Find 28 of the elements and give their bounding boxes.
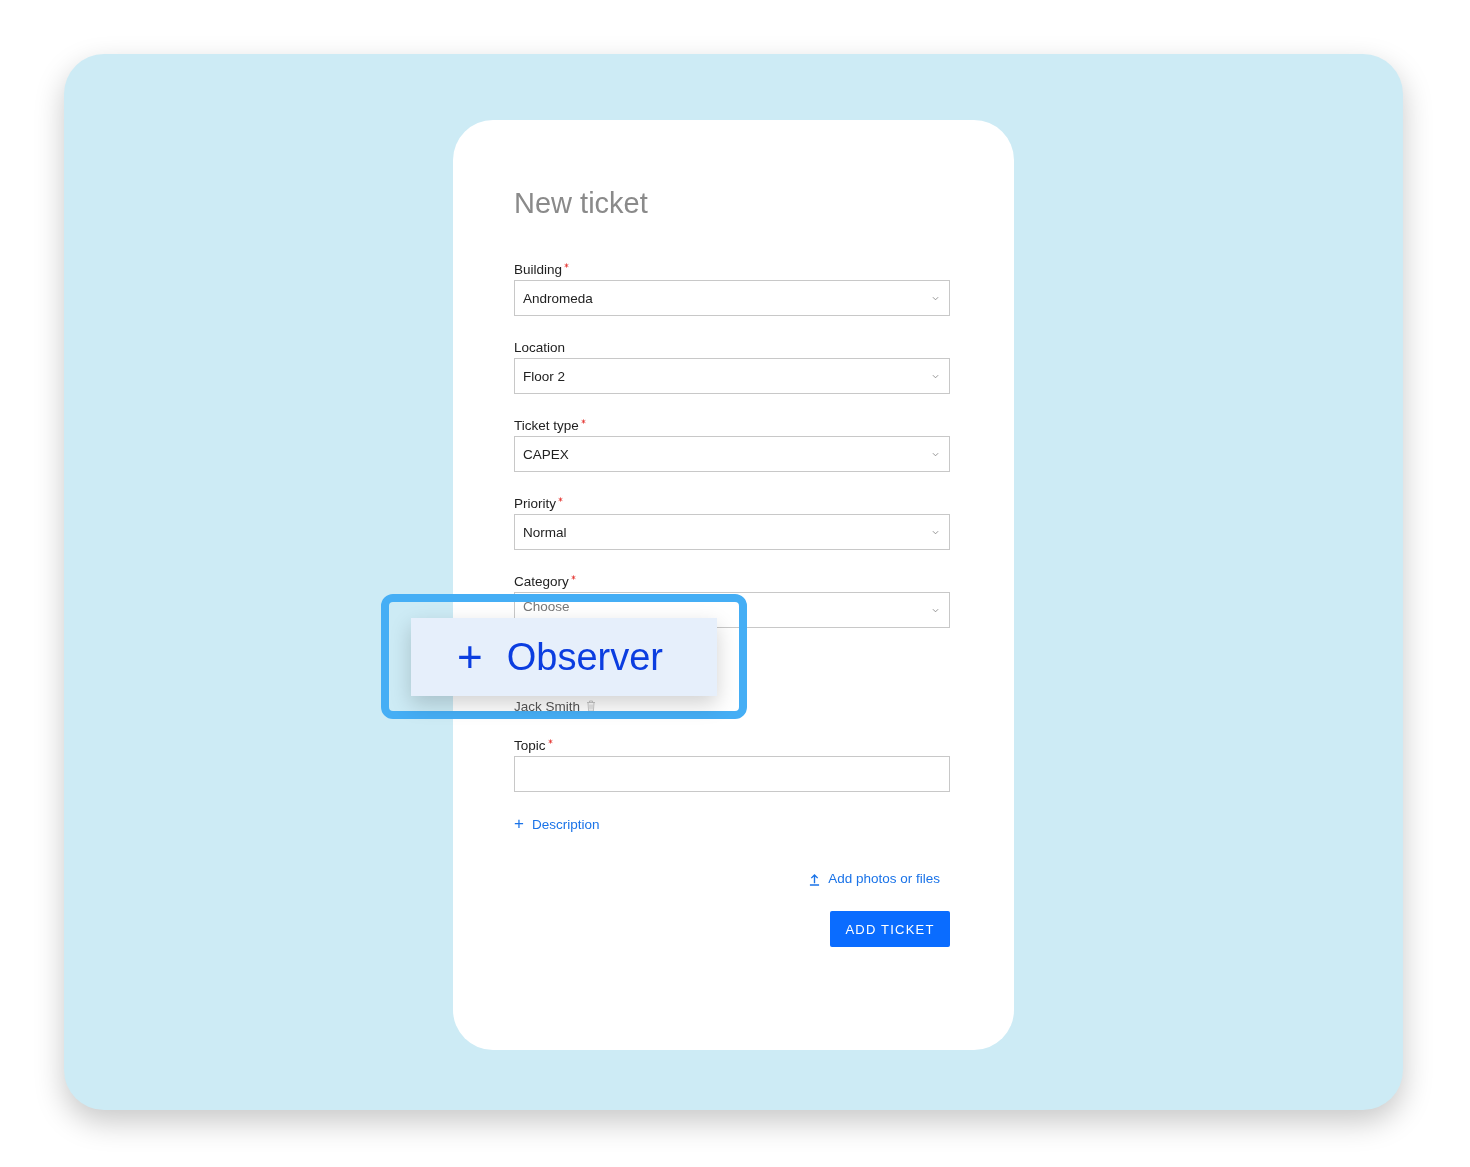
required-asterisk-icon — [558, 497, 563, 502]
select-field[interactable]: Normal — [514, 514, 950, 550]
observer-name: Jack Smith — [514, 698, 581, 714]
field-label: Category — [514, 573, 569, 591]
select-field[interactable]: Floor 2 — [514, 358, 950, 394]
chevron-down-icon — [932, 451, 939, 457]
chevron-down-icon — [932, 607, 939, 613]
required-asterisk-icon — [570, 575, 576, 580]
upload-icon — [809, 872, 821, 886]
form-title: New ticket — [514, 186, 649, 220]
topic-input-field[interactable] — [514, 756, 950, 792]
field-label: Topic — [514, 737, 546, 755]
chevron-down-icon — [932, 295, 939, 301]
chevron-down-icon — [932, 529, 939, 535]
field-label: Priority — [514, 495, 556, 513]
field-label: Building — [514, 261, 563, 279]
upload-link[interactable]: Add photos or files — [828, 870, 940, 888]
select-field[interactable]: Andromeda — [514, 280, 950, 316]
field-label: Location — [514, 339, 566, 357]
add-ticket-button[interactable]: ADD TICKET — [830, 911, 950, 947]
trash-icon[interactable] — [586, 700, 597, 712]
description-link[interactable]: + Description — [514, 817, 600, 832]
chevron-down-icon — [932, 373, 939, 379]
required-asterisk-icon — [580, 419, 586, 424]
select-field[interactable]: CAPEX — [514, 436, 950, 472]
observer-tooltip[interactable]: + Observer — [411, 618, 717, 696]
required-asterisk-icon — [564, 263, 570, 268]
field-label: Ticket type — [514, 417, 579, 435]
